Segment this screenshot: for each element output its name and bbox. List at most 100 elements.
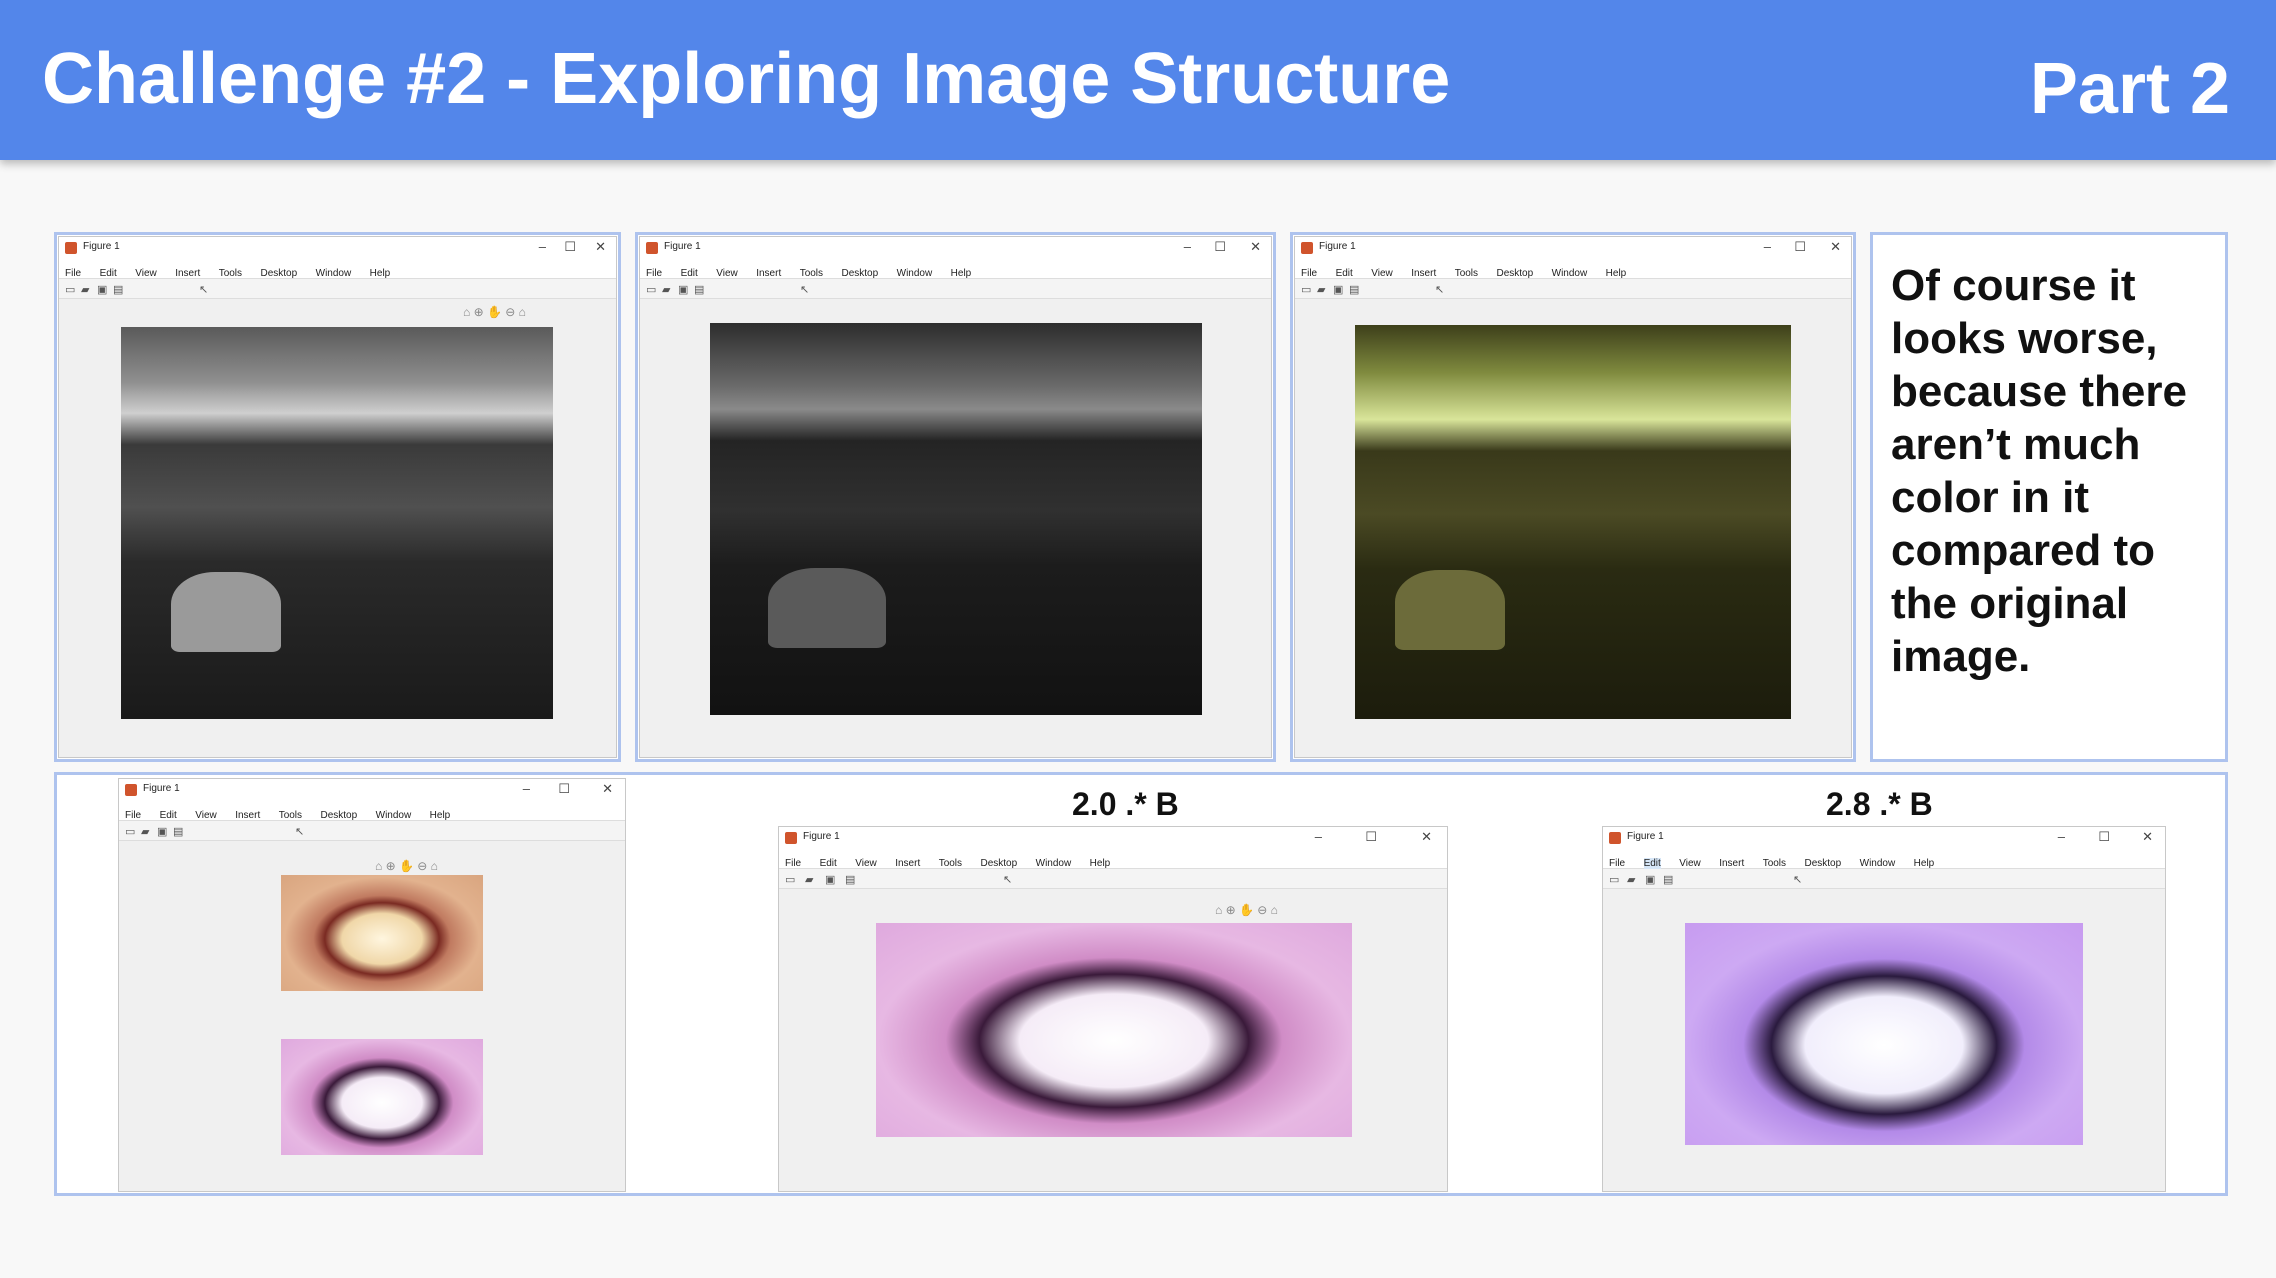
menu-insert[interactable]: Insert xyxy=(1719,858,1744,869)
menu-view[interactable]: View xyxy=(855,858,877,869)
save-icon[interactable]: ▣ xyxy=(1333,283,1343,296)
menu-window[interactable]: Window xyxy=(1552,268,1588,279)
maximize-icon[interactable]: ☐ xyxy=(2098,829,2110,845)
menu-file[interactable]: File xyxy=(65,268,81,279)
minimize-icon[interactable]: – xyxy=(523,781,530,796)
open-icon[interactable]: ▰ xyxy=(1627,873,1635,886)
menu-insert[interactable]: Insert xyxy=(895,858,920,869)
print-icon[interactable]: ▤ xyxy=(845,873,855,886)
menu-view[interactable]: View xyxy=(1679,858,1701,869)
axes-toolbar[interactable]: ⌂ ⊕ ✋ ⊖ ⌂ xyxy=(1215,903,1278,917)
pointer-icon[interactable]: ↖ xyxy=(295,825,304,838)
save-icon[interactable]: ▣ xyxy=(157,825,167,838)
menu-insert[interactable]: Insert xyxy=(1411,268,1436,279)
print-icon[interactable]: ▤ xyxy=(173,825,183,838)
print-icon[interactable]: ▤ xyxy=(1663,873,1673,886)
new-figure-icon[interactable]: ▭ xyxy=(1301,283,1311,296)
save-icon[interactable]: ▣ xyxy=(1645,873,1655,886)
close-icon[interactable]: ✕ xyxy=(1830,239,1841,255)
menu-view[interactable]: View xyxy=(135,268,157,279)
menu-file[interactable]: File xyxy=(646,268,662,279)
save-icon[interactable]: ▣ xyxy=(678,283,688,296)
menu-view[interactable]: View xyxy=(195,810,217,821)
menu-file[interactable]: File xyxy=(1609,858,1625,869)
menu-window[interactable]: Window xyxy=(316,268,352,279)
minimize-icon[interactable]: – xyxy=(1315,829,1322,844)
new-figure-icon[interactable]: ▭ xyxy=(646,283,656,296)
axes-toolbar[interactable]: ⌂ ⊕ ✋ ⊖ ⌂ xyxy=(463,305,526,319)
menu-help[interactable]: Help xyxy=(1606,268,1627,279)
new-figure-icon[interactable]: ▭ xyxy=(1609,873,1619,886)
menu-desktop[interactable]: Desktop xyxy=(1497,268,1534,279)
pointer-icon[interactable]: ↖ xyxy=(800,283,809,296)
menu-desktop[interactable]: Desktop xyxy=(981,858,1018,869)
menu-edit[interactable]: Edit xyxy=(100,268,117,279)
new-figure-icon[interactable]: ▭ xyxy=(785,873,795,886)
menu-edit[interactable]: Edit xyxy=(160,810,177,821)
close-icon[interactable]: ✕ xyxy=(1421,829,1432,845)
menu-desktop[interactable]: Desktop xyxy=(261,268,298,279)
menu-view[interactable]: View xyxy=(716,268,738,279)
menu-tools[interactable]: Tools xyxy=(1455,268,1478,279)
axes-toolbar[interactable]: ⌂ ⊕ ✋ ⊖ ⌂ xyxy=(375,859,438,873)
menu-file[interactable]: File xyxy=(125,810,141,821)
close-icon[interactable]: ✕ xyxy=(1250,239,1261,255)
menu-file[interactable]: File xyxy=(1301,268,1317,279)
menu-desktop[interactable]: Desktop xyxy=(321,810,358,821)
open-icon[interactable]: ▰ xyxy=(141,825,149,838)
menu-insert[interactable]: Insert xyxy=(175,268,200,279)
pointer-icon[interactable]: ↖ xyxy=(1435,283,1444,296)
menu-tools[interactable]: Tools xyxy=(219,268,242,279)
minimize-icon[interactable]: – xyxy=(1184,239,1191,254)
menu-edit[interactable]: Edit xyxy=(1336,268,1353,279)
menu-edit[interactable]: Edit xyxy=(820,858,837,869)
open-icon[interactable]: ▰ xyxy=(81,283,89,296)
open-icon[interactable]: ▰ xyxy=(662,283,670,296)
menu-help[interactable]: Help xyxy=(1090,858,1111,869)
menu-insert[interactable]: Insert xyxy=(235,810,260,821)
maximize-icon[interactable]: ☐ xyxy=(1214,239,1226,255)
menu-tools[interactable]: Tools xyxy=(1763,858,1786,869)
maximize-icon[interactable]: ☐ xyxy=(1365,829,1377,845)
pointer-icon[interactable]: ↖ xyxy=(199,283,208,296)
save-icon[interactable]: ▣ xyxy=(97,283,107,296)
menu-edit[interactable]: Edit xyxy=(681,268,698,279)
menu-tools[interactable]: Tools xyxy=(800,268,823,279)
minimize-icon[interactable]: – xyxy=(1764,239,1771,254)
menu-help[interactable]: Help xyxy=(370,268,391,279)
open-icon[interactable]: ▰ xyxy=(1317,283,1325,296)
menu-window[interactable]: Window xyxy=(1860,858,1896,869)
maximize-icon[interactable]: ☐ xyxy=(564,239,576,255)
menu-window[interactable]: Window xyxy=(376,810,412,821)
new-figure-icon[interactable]: ▭ xyxy=(65,283,75,296)
close-icon[interactable]: ✕ xyxy=(602,781,613,797)
menu-help[interactable]: Help xyxy=(951,268,972,279)
menu-edit[interactable]: Edit xyxy=(1643,858,1661,869)
minimize-icon[interactable]: – xyxy=(539,239,546,254)
print-icon[interactable]: ▤ xyxy=(1349,283,1359,296)
close-icon[interactable]: ✕ xyxy=(2142,829,2153,845)
maximize-icon[interactable]: ☐ xyxy=(1794,239,1806,255)
menu-insert[interactable]: Insert xyxy=(756,268,781,279)
menu-window[interactable]: Window xyxy=(1036,858,1072,869)
pointer-icon[interactable]: ↖ xyxy=(1003,873,1012,886)
menu-help[interactable]: Help xyxy=(1914,858,1935,869)
menu-help[interactable]: Help xyxy=(430,810,451,821)
menu-desktop[interactable]: Desktop xyxy=(842,268,879,279)
print-icon[interactable]: ▤ xyxy=(113,283,123,296)
menu-view[interactable]: View xyxy=(1371,268,1393,279)
menu-desktop[interactable]: Desktop xyxy=(1805,858,1842,869)
save-icon[interactable]: ▣ xyxy=(825,873,835,886)
menu-file[interactable]: File xyxy=(785,858,801,869)
new-figure-icon[interactable]: ▭ xyxy=(125,825,135,838)
slide-part-label: Part 2 xyxy=(2029,49,2230,129)
maximize-icon[interactable]: ☐ xyxy=(558,781,570,797)
print-icon[interactable]: ▤ xyxy=(694,283,704,296)
menu-tools[interactable]: Tools xyxy=(939,858,962,869)
menu-window[interactable]: Window xyxy=(897,268,933,279)
pointer-icon[interactable]: ↖ xyxy=(1793,873,1802,886)
open-icon[interactable]: ▰ xyxy=(805,873,813,886)
menu-tools[interactable]: Tools xyxy=(279,810,302,821)
minimize-icon[interactable]: – xyxy=(2058,829,2065,844)
close-icon[interactable]: ✕ xyxy=(595,239,606,255)
